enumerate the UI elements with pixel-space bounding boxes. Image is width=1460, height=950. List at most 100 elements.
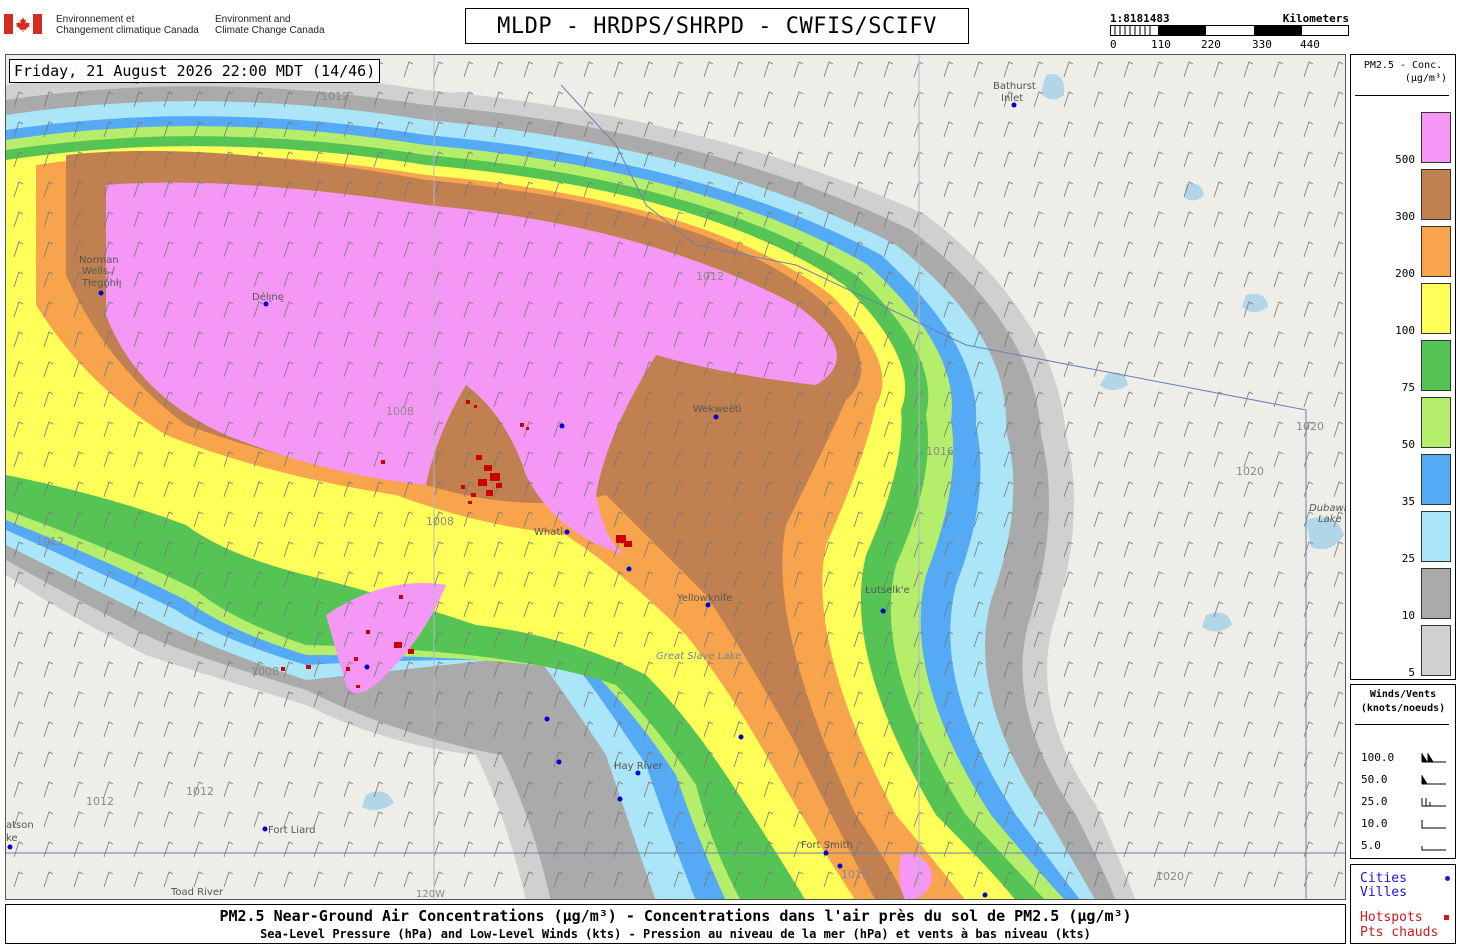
pm25-level-label-5: 5 [1408,666,1415,679]
legend-cities-en: Cities [1360,871,1407,886]
pm25-swatch-5 [1421,625,1451,676]
lake-label-dubawnt-2: Lake [1318,514,1342,525]
pm25-swatch-100 [1421,283,1451,334]
pm25-level-label-200: 200 [1395,267,1415,280]
pm25-legend-divider [1355,95,1449,96]
isobar-label: 1016 [926,445,954,458]
isobar-label: 1012 [321,90,349,103]
department-name-en: Environment and Climate Change Canada [215,14,325,36]
city-label-hay-river: Hay River [614,761,664,772]
pm25-level-label-25: 25 [1401,552,1415,565]
scale-tick-4: 440 [1300,38,1320,51]
caption-line-1: PM2.5 Near-Ground Air Concentrations (µg… [219,907,1132,925]
dept-en-line1: Environment and [215,14,291,25]
city-label-norman-wells-2: Wells / [82,266,115,277]
scale-ratio: 1:8181483 [1110,12,1170,25]
city-label-bathurst-inlet: Bathurst [993,81,1036,92]
pm25-level-label-75: 75 [1401,381,1415,394]
pm25-level-label-300: 300 [1395,210,1415,223]
wind-legend-title: Winds/Vents [1369,689,1437,700]
wind-value-50: 50.0 [1361,773,1388,786]
legend-hotspots-fr: Pts chauds [1360,925,1439,940]
valid-time-label: Friday, 21 August 2026 22:00 MDT (14/46) [9,59,381,83]
symbol-legend: Cities Villes Hotspots Pts chauds [1350,864,1456,944]
pm25-level-label-35: 35 [1401,495,1415,508]
pm25-swatch-50 [1421,397,1451,448]
city-label-bathurst-inlet-2: Inlet [1001,93,1023,104]
lake-label-great-slave: Great Slave Lake [656,651,741,662]
city-label-norman-wells: Norman [79,255,119,266]
lake-label-dubawnt: Dubawnt [1309,503,1346,514]
city-label-norman-wells-3: Tłegǫ́hłı̨ [81,277,122,289]
city-label-wekweeti: Wekweètì [693,403,742,415]
pm25-level-label-500: 500 [1395,153,1415,166]
scale-unit: Kilometers [1282,12,1349,25]
scale-bar-graphic [1110,25,1349,36]
scale-tick-3: 330 [1252,38,1272,51]
pm25-swatch-500 [1421,112,1451,163]
city-label-whati: Whatì [534,526,563,538]
wind-value-100: 100.0 [1361,751,1395,764]
pm25-level-label-100: 100 [1395,324,1415,337]
dept-fr-line1: Environnement et [56,14,135,25]
pm25-swatch-300 [1421,169,1451,220]
hotspot-square-icon [1444,915,1449,920]
wind-legend: Winds/Vents (knots/noeuds) 100.0 50.0 25… [1350,684,1456,859]
wind-barb-10-icon [1421,820,1446,829]
city-label-yellowknife: Yellowknife [676,593,732,604]
legend-hotspots-en: Hotspots [1360,910,1423,925]
government-of-canada-signature: Environnement et Changement climatique C… [4,10,334,46]
pm25-swatch-35 [1421,454,1451,505]
wind-legend-unit: (knots/noeuds) [1360,703,1446,714]
isobar-label: 1008 [426,515,454,528]
city-dot-icon [1445,876,1450,881]
caption-line-2: Sea-Level Pressure (hPa) and Low-Level W… [260,927,1091,941]
isobar-label: 1008 [251,665,279,678]
city-label-toad-river: Toad River [170,887,224,898]
wind-value-25: 25.0 [1361,795,1388,808]
legend-cities-fr: Villes [1360,885,1407,900]
department-name-fr: Environnement et Changement climatique C… [56,14,199,36]
wind-barbs [6,55,1345,899]
isobar-label: 1012 [36,535,64,548]
pm25-legend-unit: (µg/m³) [1404,73,1447,84]
dept-fr-line2: Changement climatique Canada [56,25,199,36]
isobar-label: 1008 [386,405,414,418]
scale-tick-2: 220 [1201,38,1221,51]
city-label-watson-lake-2: ke [6,833,18,844]
wind-barb-100-icon [1421,753,1446,763]
wind-barb-25-icon [1421,798,1446,807]
meridian-label: 120W [416,889,445,900]
scale-tick-0: 0 [1110,38,1117,51]
model-title: MLDP - HRDPS/SHRPD - CWFIS/SCIFV [465,8,969,44]
wind-legend-divider [1355,724,1449,725]
scale-tick-1: 110 [1151,38,1171,51]
scale-bar: 1:8181483 Kilometers 0 110 220 330 440 [1108,10,1353,51]
wind-barb-50-icon [1421,775,1446,785]
dept-en-line2: Climate Change Canada [215,25,325,36]
city-label-watson-lake: atson [6,820,34,831]
dispersion-map[interactable]: 120W 1012 1012 1008 1008 1012 1008 1012 … [5,54,1346,900]
pm25-swatch-10 [1421,568,1451,619]
isobar-label: 1020 [1156,870,1184,883]
pm25-swatch-75 [1421,340,1451,391]
map-caption: PM2.5 Near-Ground Air Concentrations (µg… [5,904,1346,944]
pm25-swatch-25 [1421,511,1451,562]
city-label-fort-liard: Fort Liard [268,825,316,836]
pm25-legend: PM2.5 - Conc. (µg/m³) 500 300 200 100 75 50 35… [1350,54,1456,680]
isobar-label: 1012 [86,795,114,808]
city-label-lutselke: Łutselk'e [864,585,910,596]
pm25-level-label-50: 50 [1401,438,1415,451]
isobar-label: 1020 [1296,420,1324,433]
canada-flag-icon [4,14,42,34]
wind-value-5: 5.0 [1361,839,1381,852]
map-canvas[interactable]: 120W 1012 1012 1008 1008 1012 1008 1012 … [6,55,1346,900]
city-label-deline: Délı̨nę [252,291,284,303]
wind-barb-5-icon [1421,846,1446,851]
pm25-swatch-200 [1421,226,1451,277]
city-label-fort-smith: Fort Smith [801,840,853,851]
isobar-label: 1012 [696,270,724,283]
pm25-legend-title: PM2.5 - Conc. [1363,60,1443,71]
isobar-label: 1012 [841,868,869,881]
isobar-label: 1020 [1236,465,1264,478]
